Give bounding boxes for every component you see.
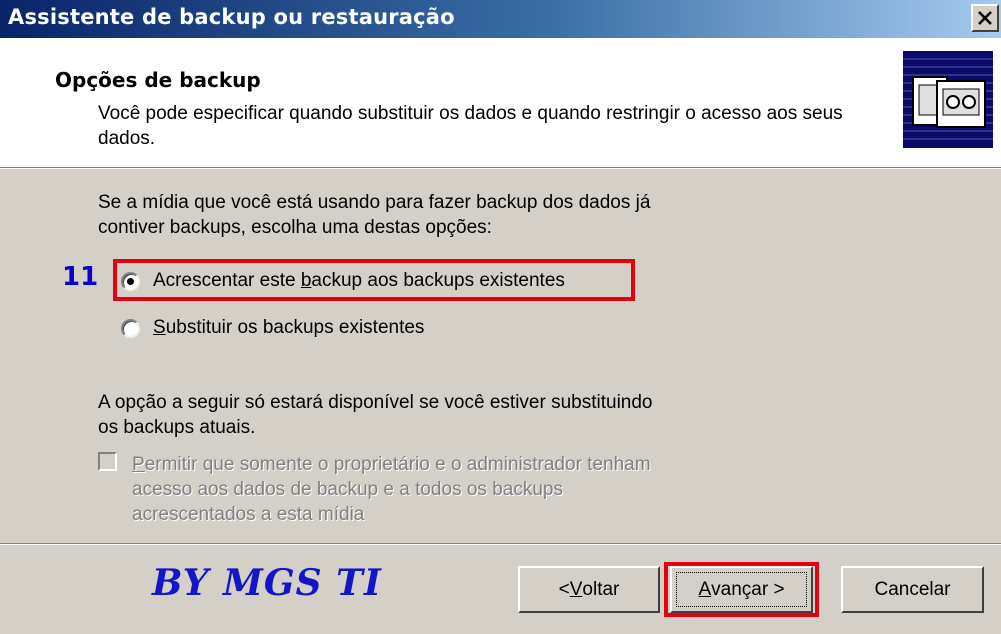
title-bar: Assistente de backup ou restauração xyxy=(0,0,1001,38)
restrict-note: A opção a seguir só estará disponível se… xyxy=(98,392,653,438)
footer-divider xyxy=(0,543,1001,545)
restrict-access-checkbox[interactable] xyxy=(98,452,117,471)
restrict-access-label[interactable]: Permitir que somente o proprietário e o … xyxy=(132,452,652,527)
header-divider xyxy=(0,167,1001,169)
next-button[interactable]: Avançar > xyxy=(670,566,813,613)
options-intro: Se a mídia que você está usando para faz… xyxy=(98,192,651,238)
option-label[interactable]: Acrescentar este backup aos backups exis… xyxy=(153,270,565,292)
cancel-button[interactable]: Cancelar xyxy=(841,566,984,613)
wizard-header: Opções de backup Você pode especificar q… xyxy=(0,38,1001,167)
watermark-text: BY MGS TI xyxy=(152,562,382,604)
close-button[interactable] xyxy=(971,4,999,32)
back-button[interactable]: < Voltar xyxy=(518,566,660,613)
radio-button[interactable] xyxy=(121,272,140,291)
close-icon xyxy=(978,11,992,25)
backup-tape-icon xyxy=(903,51,993,148)
page-description: Você pode especificar quando substituir … xyxy=(98,103,843,149)
page-title: Opções de backup xyxy=(55,68,261,92)
radio-selected-dot xyxy=(127,278,134,285)
radio-button[interactable] xyxy=(121,319,140,338)
step-marker: 11 xyxy=(62,262,99,292)
window-title: Assistente de backup ou restauração xyxy=(8,5,455,29)
option-label[interactable]: Substituir os backups existentes xyxy=(153,317,424,339)
